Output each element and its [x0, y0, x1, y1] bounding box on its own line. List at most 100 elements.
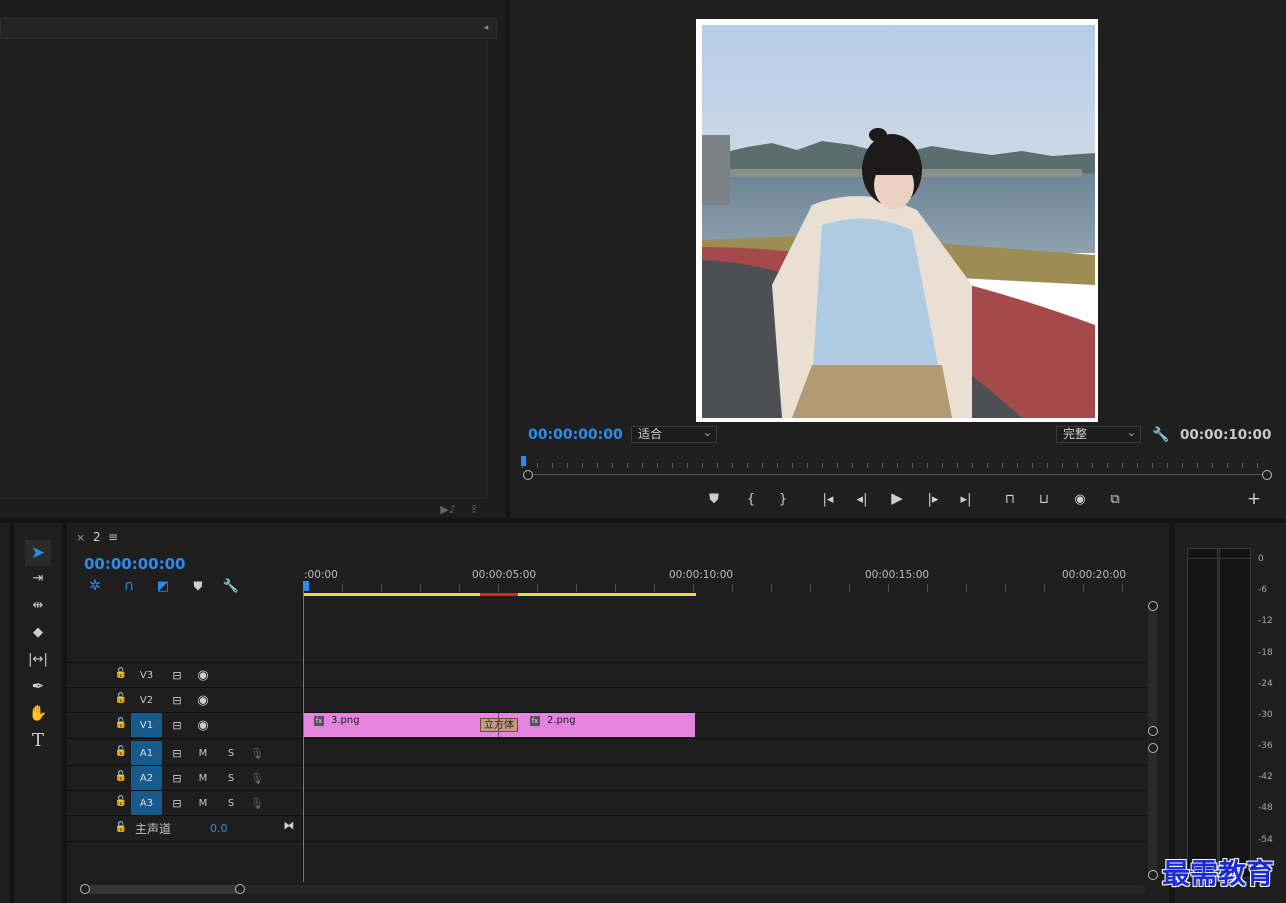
ripple-edit-tool-icon[interactable]: ⇹ — [25, 594, 51, 616]
transition-cube[interactable]: 立方体 — [480, 718, 518, 732]
vscroll-video-top-handle[interactable] — [1148, 601, 1158, 611]
timeline-wrench-icon[interactable]: 🔧 — [223, 578, 239, 594]
track-a1-solo[interactable]: S — [216, 742, 246, 764]
timeline-vertical-scroll-video[interactable] — [1148, 604, 1157, 732]
timeline-ruler-ticks[interactable] — [303, 584, 1148, 592]
linked-icon[interactable]: ◩ — [155, 578, 171, 594]
eye-icon[interactable]: ◉ — [195, 668, 211, 682]
lift-icon[interactable]: ⊓ — [1000, 491, 1020, 507]
program-quality-select[interactable]: 完整 — [1056, 425, 1141, 443]
wrench-icon[interactable]: 🔧 — [1152, 427, 1169, 443]
step-forward-icon[interactable]: |▸ — [924, 491, 942, 507]
track-a3-solo[interactable]: S — [216, 792, 246, 814]
vscroll-audio-bottom-handle[interactable] — [1148, 870, 1158, 880]
clip-2-png[interactable] — [519, 713, 695, 737]
vscroll-audio-top-handle[interactable] — [1148, 743, 1158, 753]
timeline-tab-menu[interactable]: ≡ — [108, 530, 118, 544]
timeline-horizontal-scroll-thumb[interactable] — [85, 885, 241, 894]
meter-label: -42 — [1258, 772, 1273, 782]
program-zoom-start-handle[interactable] — [523, 470, 533, 480]
program-playhead[interactable] — [521, 456, 526, 466]
slip-tool-icon[interactable]: |↔| — [25, 648, 51, 670]
track-select-tool-icon[interactable]: ⇥ — [25, 567, 51, 589]
meter-label: -18 — [1258, 648, 1273, 658]
track-v1-label[interactable]: V1 — [131, 713, 162, 737]
razor-tool-icon[interactable]: ◆ — [25, 621, 51, 643]
track-a2-mute[interactable]: M — [188, 767, 218, 789]
vscroll-video-bottom-handle[interactable] — [1148, 726, 1158, 736]
program-current-timecode[interactable]: 00:00:00:00 — [528, 427, 623, 443]
timeline-vertical-scroll-audio[interactable] — [1148, 746, 1157, 876]
track-v1-sync-icon[interactable]: ⊟ — [169, 718, 185, 732]
magnet-icon[interactable]: ∩ — [121, 578, 137, 594]
track-a3-mute[interactable]: M — [188, 792, 218, 814]
master-track-keyframe-icon[interactable]: ⧓ — [282, 818, 296, 832]
ruler-label-10: 00:00:10:00 — [669, 569, 734, 581]
lock-icon[interactable]: 🔓 — [114, 795, 128, 809]
track-a2-sync-icon[interactable]: ⊟ — [169, 771, 185, 785]
lock-icon[interactable]: 🔓 — [114, 770, 128, 784]
track-a1-sync-icon[interactable]: ⊟ — [169, 746, 185, 760]
eye-icon[interactable]: ◉ — [195, 718, 211, 732]
lock-icon[interactable]: 🔓 — [114, 745, 128, 759]
mic-icon[interactable]: 🎙 — [250, 746, 264, 760]
add-icon[interactable]: + — [1246, 490, 1262, 507]
track-row-v2 — [67, 688, 1147, 713]
program-zoom-end-handle[interactable] — [1262, 470, 1272, 480]
track-a2-solo[interactable]: S — [216, 767, 246, 789]
meter-label: 0 — [1258, 554, 1264, 564]
master-track-value[interactable]: 0.0 — [210, 822, 228, 835]
selection-tool-icon[interactable]: ➤ — [25, 540, 51, 566]
track-a1-mute[interactable]: M — [188, 742, 218, 764]
go-to-out-icon[interactable]: ▸| — [957, 491, 975, 507]
timeline-playhead-line[interactable] — [303, 591, 304, 882]
timeline-marker-icon[interactable]: ⛊ — [190, 578, 206, 594]
export-icon[interactable]: ⇪ — [466, 502, 482, 516]
marker-icon[interactable]: ⛊ — [706, 491, 722, 507]
hscroll-start-handle[interactable] — [80, 884, 90, 894]
meter-label: -36 — [1258, 741, 1273, 751]
program-fit-select[interactable]: 适合 — [631, 425, 717, 443]
ruler-label-15: 00:00:15:00 — [865, 569, 930, 581]
mark-in-icon[interactable]: { — [743, 491, 759, 507]
meter-label: -48 — [1258, 803, 1273, 813]
type-tool-icon[interactable]: T — [25, 729, 51, 753]
play-icon[interactable]: ▶ — [888, 490, 906, 507]
go-to-in-icon[interactable]: |◂ — [819, 491, 837, 507]
track-a1-label[interactable]: A1 — [131, 741, 162, 765]
program-time-ruler[interactable] — [522, 456, 1268, 468]
camera-icon[interactable]: ◉ — [1071, 491, 1089, 507]
lock-icon[interactable]: 🔓 — [114, 717, 128, 731]
lock-icon[interactable]: 🔓 — [114, 821, 128, 835]
track-row-v3 — [67, 663, 1147, 688]
mark-out-icon[interactable]: } — [775, 491, 791, 507]
track-v3-label[interactable]: V3 — [131, 664, 162, 686]
track-v2-label[interactable]: V2 — [131, 689, 162, 711]
track-a3-label[interactable]: A3 — [131, 791, 162, 815]
pen-tool-icon[interactable]: ✒ — [25, 675, 51, 697]
track-a3-sync-icon[interactable]: ⊟ — [169, 796, 185, 810]
hscroll-end-handle[interactable] — [235, 884, 245, 894]
mic-icon[interactable]: 🎙 — [250, 771, 264, 785]
hand-tool-icon[interactable]: ✋ — [25, 702, 51, 724]
panel-collapse-icon[interactable]: ◂ — [480, 22, 492, 34]
program-zoom-bar[interactable] — [528, 474, 1268, 475]
render-bar-red — [480, 593, 518, 596]
lock-icon[interactable]: 🔓 — [114, 667, 128, 681]
timeline-timecode[interactable]: 00:00:00:00 — [84, 555, 186, 573]
timeline-tab-close[interactable]: × — [76, 531, 85, 544]
sync-icon[interactable]: ✲ — [87, 578, 103, 594]
master-track-label: 主声道 — [135, 822, 172, 836]
track-v3-sync-icon[interactable]: ⊟ — [169, 668, 185, 682]
track-v2-sync-icon[interactable]: ⊟ — [169, 693, 185, 707]
audio-icon[interactable]: ▶♪ — [440, 502, 456, 516]
eye-icon[interactable]: ◉ — [195, 693, 211, 707]
mic-icon[interactable]: 🎙 — [250, 796, 264, 810]
track-a2-label[interactable]: A2 — [131, 766, 162, 790]
extract-icon[interactable]: ⊔ — [1034, 491, 1054, 507]
timeline-tab-title[interactable]: 2 — [93, 530, 101, 544]
step-back-icon[interactable]: ◂| — [853, 491, 871, 507]
lock-icon[interactable]: 🔓 — [114, 692, 128, 706]
compare-icon[interactable]: ⧉ — [1105, 491, 1125, 507]
timeline-playhead-head[interactable] — [303, 581, 309, 591]
